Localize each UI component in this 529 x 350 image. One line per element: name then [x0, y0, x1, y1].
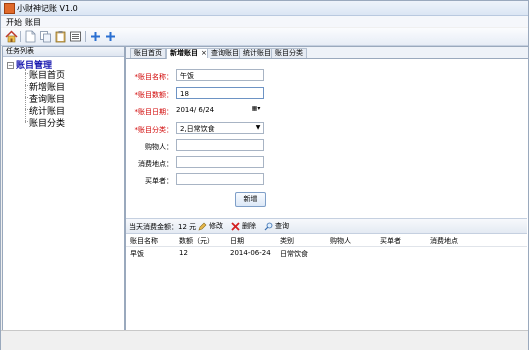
- add-button[interactable]: 新增: [235, 192, 266, 207]
- add-icon[interactable]: [89, 30, 102, 43]
- task-panel: 任务列表 − 账目管理 账目首页 新增账目 查询账目 统计账目 账目分类: [2, 46, 125, 331]
- tab-label: 新增账目: [170, 49, 198, 57]
- cell-amount: 12: [179, 249, 188, 257]
- category-value: 2,日常饮食: [180, 125, 215, 133]
- date-picker[interactable]: 2014/ 6/24 ▦▾: [176, 104, 264, 116]
- app-window: 小财神记账 V1.0 开始 账目 任务列表 − 账目管理 账目首页 新增账目 查…: [0, 0, 529, 350]
- tab-query-account[interactable]: 查询账目: [207, 48, 243, 58]
- cell-name: 早饭: [130, 250, 144, 258]
- amount-label: *账目数额：: [134, 91, 174, 99]
- name-field[interactable]: 午饭: [176, 69, 264, 81]
- amount-field[interactable]: 18: [176, 87, 264, 99]
- list-icon[interactable]: [69, 30, 82, 43]
- buyer-label: 购物人：: [145, 143, 173, 151]
- tab-add-account[interactable]: 新增账目 ×: [166, 48, 211, 59]
- place-label: 消费地点：: [138, 160, 173, 168]
- tab-account-home[interactable]: 账目首页: [130, 48, 166, 58]
- task-panel-header: 任务列表: [3, 47, 124, 57]
- table-row[interactable]: 早饭 12 2014-06-24 日常饮食: [126, 247, 527, 259]
- category-select[interactable]: 2,日常饮食 ▼: [176, 122, 264, 134]
- tab-label: 统计账目: [243, 49, 271, 57]
- edit-label: 修改: [209, 222, 223, 230]
- tab-label: 账目首页: [134, 49, 162, 57]
- tab-strip: 账目首页 新增账目 × 查询账目 统计账目 账目分类: [126, 47, 528, 59]
- toolbar-separator: [85, 31, 86, 42]
- date-label: *账目日期：: [134, 108, 174, 116]
- copy-icon[interactable]: [39, 30, 52, 43]
- place-field[interactable]: [176, 156, 264, 168]
- close-icon[interactable]: ×: [201, 49, 207, 57]
- column-header[interactable]: 消费地点: [430, 236, 458, 246]
- status-bar: [1, 330, 528, 350]
- tab-label: 账目分类: [275, 49, 303, 57]
- collapse-icon[interactable]: −: [7, 62, 14, 69]
- category-label: *账目分类：: [134, 126, 174, 134]
- daily-total: 当天消费金额：12 元: [129, 223, 197, 231]
- app-icon: [4, 3, 15, 14]
- tab-label: 查询账目: [211, 49, 239, 57]
- payer-label: 买单者：: [145, 177, 173, 185]
- calendar-dropdown-icon[interactable]: ▦▾: [250, 104, 262, 114]
- clipboard-icon[interactable]: [54, 30, 67, 43]
- home-icon[interactable]: [5, 30, 18, 43]
- cell-date: 2014-06-24: [230, 249, 271, 257]
- delete-icon: [231, 221, 240, 231]
- column-header[interactable]: 数额（元）: [179, 236, 214, 246]
- payer-field[interactable]: [176, 173, 264, 185]
- query-button[interactable]: 查询: [264, 221, 289, 231]
- date-value: 2014/ 6/24: [176, 106, 215, 114]
- tab-statistics[interactable]: 统计账目: [239, 48, 275, 58]
- delete-button[interactable]: 删除: [231, 221, 256, 231]
- buyer-field[interactable]: [176, 139, 264, 151]
- cell-category: 日常饮食: [280, 250, 308, 258]
- query-label: 查询: [275, 222, 289, 230]
- column-header[interactable]: 购物人: [330, 236, 351, 246]
- new-document-icon[interactable]: [24, 30, 37, 43]
- menu-account[interactable]: 账目: [25, 17, 41, 28]
- window-title: 小财神记账 V1.0: [17, 4, 78, 13]
- add-item-icon[interactable]: [104, 30, 117, 43]
- menu-bar: 开始 账目: [1, 16, 528, 27]
- toolbar: [1, 28, 528, 46]
- edit-button[interactable]: 修改: [198, 221, 223, 231]
- toolbar-separator: [20, 31, 21, 42]
- column-header[interactable]: 日期: [230, 236, 244, 246]
- menu-start[interactable]: 开始: [6, 17, 22, 28]
- grid-header: 账目名称 数额（元） 日期 类别 购物人 买单者 消费地点: [126, 234, 527, 247]
- tree-item-category[interactable]: 账目分类: [25, 116, 65, 129]
- name-label: *账目名称：: [134, 73, 174, 81]
- column-header[interactable]: 类别: [280, 236, 294, 246]
- grid-toolbar: 当天消费金额：12 元 修改 删除 查询: [126, 218, 527, 234]
- column-header[interactable]: 买单者: [380, 236, 401, 246]
- title-bar: 小财神记账 V1.0: [1, 1, 528, 16]
- delete-label: 删除: [242, 222, 256, 230]
- tab-category[interactable]: 账目分类: [271, 48, 307, 58]
- edit-icon: [198, 222, 207, 230]
- column-header[interactable]: 账目名称: [130, 236, 158, 246]
- search-icon: [264, 222, 273, 230]
- chevron-down-icon[interactable]: ▼: [253, 123, 263, 133]
